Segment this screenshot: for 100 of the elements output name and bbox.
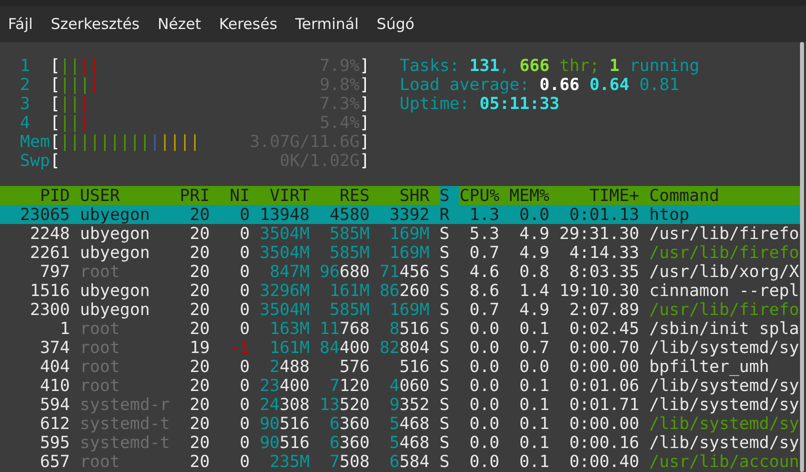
table-cell-text: 24308 [258,395,310,414]
table-cell-text: 9352 [388,395,431,414]
tasks-summary: Tasks: 131, 666 thr; 1 running [400,56,700,75]
column-header[interactable]: VIRT [250,186,310,205]
menu-item[interactable]: Nézet [150,15,210,33]
table-cell-text: 169M [388,243,431,262]
menu-item[interactable]: Szerkesztés [42,15,148,33]
table-cell-text: 20 [188,281,210,300]
table-cell-text: 2300 [28,300,70,319]
table-cell-text: 3504M [258,243,310,262]
table-cell-text: 595 [38,433,70,452]
table-cell-text: /usr/lib/xorg/X [648,262,800,281]
table-cell-text: 0 [238,452,250,471]
table-cell-text: S [440,395,451,414]
table-cell-text: /lib/systemd/sy [648,395,800,414]
column-header[interactable]: NI [210,186,250,205]
table-cell-text: /usr/lib/firefo [648,300,800,319]
meter-label: 4 [20,113,31,132]
table-cell-text: 0.1 [518,319,550,338]
table-cell-text: htop [648,205,690,224]
process-row[interactable]: 23065 ubyegon 20 0 13948 4580 3392 R 1.3 0.0 0:01.13 htop [0,205,800,224]
table-cell-text: 0.0 [468,452,500,471]
table-cell-text: 2261 [28,243,70,262]
column-header[interactable]: MEM% [499,186,550,205]
usage-pipes-text: || [60,56,80,75]
table-cell-text: S [440,338,451,357]
table-cell-text: ubyegon [78,205,151,224]
column-header[interactable]: TIME+ [549,186,640,205]
table-cell-text: 0.7 [518,338,550,357]
table-cell-text: 4:14.33 [568,243,640,262]
table-cell-text: S [440,452,451,471]
process-row[interactable]: 2261 ubyegon 20 0 3504M 585M 169M S 0.7 4.9 4:14.33 /usr/lib/firefo [0,243,800,262]
table-cell-text: 20 [188,205,210,224]
column-header[interactable]: S [440,186,460,205]
table-cell-text: 6360 [328,433,370,452]
table-cell-text: 0:00.00 [568,414,640,433]
column-header[interactable]: USER [70,186,170,205]
usage-pipes-text: | [80,113,90,132]
column-header[interactable]: CPU% [459,186,500,205]
table-cell-text: 20 [188,376,210,395]
process-row[interactable]: 2248 ubyegon 20 0 3504M 585M 169M S 5.3 4.9 29:31.30 /usr/lib/firefo [0,224,800,243]
bracket: [ [50,113,60,132]
bracket: ] [360,75,370,94]
table-cell-text: 6584 [388,452,431,471]
scrollbar[interactable] [800,42,804,472]
meter-label: 3 [20,94,31,113]
table-cell-text: 20 [188,433,210,452]
menu-item[interactable]: Keresés [211,15,286,33]
table-cell-text: S [440,281,451,300]
table-cell-text: 0.7 [468,300,500,319]
table-cell-text: 1 [58,319,70,338]
column-header[interactable]: RES [310,186,370,205]
table-cell-text: 585M [328,300,370,319]
table-cell-text: 0.0 [468,433,500,452]
column-header[interactable]: PRI [170,186,210,205]
meter-label: Mem [20,132,50,151]
table-cell-text: 82804 [378,338,431,357]
table-cell-text: 161M [328,281,370,300]
table-cell-text: 0:00.70 [568,338,640,357]
table-cell-text: cinnamon --repl [648,281,800,300]
column-header[interactable]: PID [0,186,70,205]
table-cell-text: 404 [38,357,70,376]
table-cell-text: 657 [38,452,70,471]
table-cell-text: ubyegon [78,300,151,319]
menu-item[interactable]: Terminál [287,15,367,33]
bracket: ] [360,56,370,75]
process-row[interactable]: 1516 ubyegon 20 0 3296M 161M 86260 S 8.6 1.4 19:10.30 cinnamon --repl [0,281,800,300]
table-cell-text: S [440,433,451,452]
table-cell-text: 2488 [268,357,310,376]
table-cell-text: 5468 [388,433,431,452]
table-cell-text: /lib/systemd/sy [648,376,800,395]
table-cell-text: R [440,205,451,224]
table-cell-text: 0 [238,433,250,452]
table-cell-text: /usr/lib/accoun [648,452,800,471]
table-cell-text: 612 [38,414,70,433]
usage-pipes-text: | [150,132,160,151]
table-cell-text: S [440,243,451,262]
column-header[interactable]: Command [639,186,800,205]
column-header[interactable]: SHR [370,186,440,205]
table-cell-text: 20 [188,414,210,433]
table-cell-text: S [440,357,451,376]
table-cell-text: 0.1 [518,433,550,452]
menu-item[interactable]: Súgó [368,15,422,33]
table-cell-text: ubyegon [78,224,151,243]
usage-pipes-text: || [80,56,100,75]
table-cell-text: 0.0 [468,338,500,357]
table-cell-text: 0.0 [468,319,500,338]
table-cell-text: 19 [188,338,210,357]
menu-item[interactable]: Fájl [0,15,41,33]
table-cell-text: 4580 [328,205,370,224]
table-cell-text: 3504M [258,224,310,243]
process-row[interactable]: 2300 ubyegon 20 0 3504M 585M 169M S 0.7 4.9 2:07.89 /usr/lib/firefo [0,300,800,319]
table-cell-text: 3296M [258,281,310,300]
table-cell-text: 0.7 [468,243,500,262]
table-cell-text: 20 [188,243,210,262]
table-cell-text: 23065 [18,205,70,224]
table-cell-text: 4.9 [518,243,550,262]
table-cell-text: S [440,262,451,281]
table-cell-text: 2248 [28,224,70,243]
table-cell-text: 11768 [318,319,370,338]
